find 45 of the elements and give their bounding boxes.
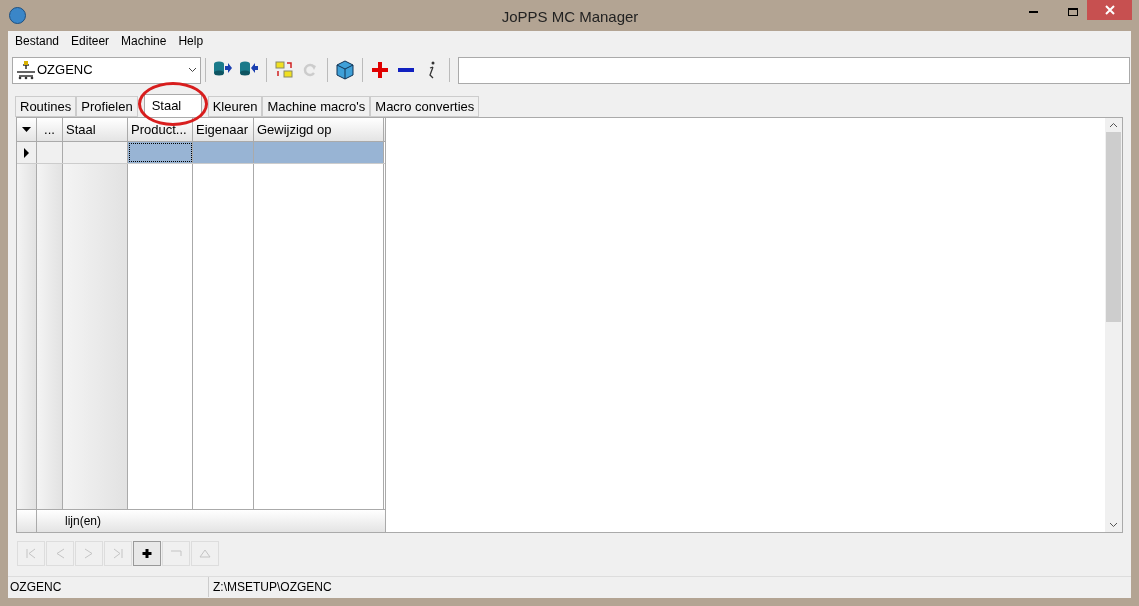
tab[interactable]: Staal	[143, 94, 202, 117]
table-cell[interactable]	[254, 142, 384, 163]
status-text: Z:\MSETUP\OZGENC	[208, 577, 332, 597]
table-cell[interactable]	[128, 142, 193, 163]
menu-item[interactable]: Help	[173, 32, 209, 50]
cube-button[interactable]	[333, 58, 357, 82]
cube-icon	[335, 60, 355, 80]
first-icon	[24, 547, 38, 560]
menu-item[interactable]: Editeer	[66, 32, 115, 50]
line-count-label: lijn(en)	[64, 513, 101, 530]
insert-icon	[140, 547, 154, 560]
post-icon	[198, 547, 212, 560]
current-row-icon	[24, 147, 29, 158]
window-title: JoPPS MC Manager	[500, 7, 640, 27]
sort-caret-icon[interactable]	[22, 127, 31, 132]
machine-name: OZGENC	[37, 61, 93, 80]
close-button[interactable]	[1087, 0, 1132, 20]
plus-icon	[370, 60, 390, 80]
machine-icon	[16, 60, 36, 80]
tab[interactable]: Routines	[15, 96, 77, 117]
minus-icon	[398, 68, 414, 72]
app-icon	[9, 7, 26, 24]
column-header[interactable]: ...	[37, 118, 63, 141]
text-field[interactable]	[458, 56, 1130, 84]
table-cell[interactable]	[63, 142, 128, 163]
table-cell[interactable]	[193, 142, 254, 163]
scrollbar[interactable]	[1105, 118, 1122, 532]
tab[interactable]: Profielen	[76, 96, 138, 117]
column-header[interactable]: Gewijzigd op	[254, 118, 384, 141]
tab[interactable]: Kleuren	[207, 96, 263, 117]
tab[interactable]: Machine macro's	[262, 96, 371, 117]
close-icon	[1104, 5, 1115, 15]
chevron-icon	[188, 67, 197, 73]
last-icon	[111, 547, 125, 560]
machine-dropdown[interactable]: OZGENC	[12, 56, 201, 84]
column-header[interactable]: Eigenaar	[193, 118, 254, 141]
table-cell[interactable]	[37, 142, 63, 163]
column-header[interactable]: Product...	[128, 118, 193, 141]
status-text: OZGENC	[9, 579, 63, 596]
navigator-insert-button[interactable]	[133, 541, 161, 566]
menu-item[interactable]: Bestand	[10, 32, 65, 50]
column-header[interactable]: Staal	[63, 118, 128, 141]
tab[interactable]: Macro converties	[370, 96, 480, 117]
folders-icon	[274, 60, 294, 80]
menu-item[interactable]: Machine	[116, 32, 172, 50]
